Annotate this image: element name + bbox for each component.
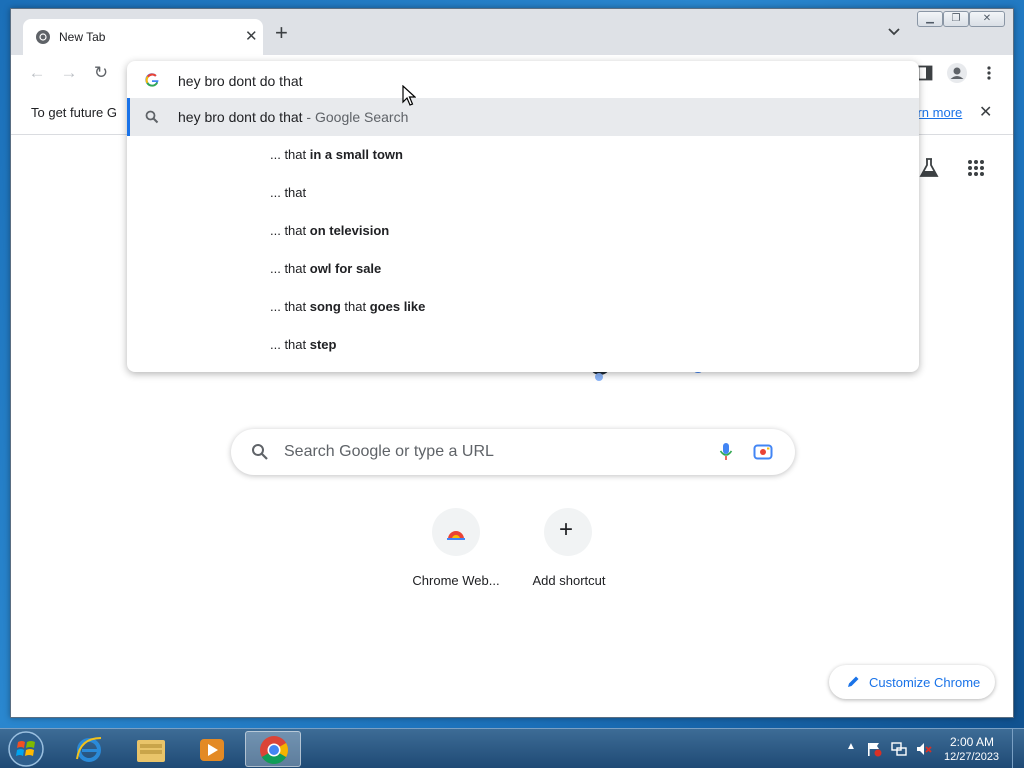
chrome-icon (260, 736, 288, 764)
shortcut-label-add: Add shortcut (532, 573, 606, 588)
google-lens-camera-icon[interactable] (753, 443, 773, 461)
folder-icon (137, 740, 165, 762)
add-shortcut-button[interactable]: + (544, 508, 592, 556)
volume-muted-icon[interactable] (916, 741, 932, 757)
action-center-flag-icon[interactable] (866, 741, 882, 757)
customize-chrome-button[interactable]: Customize Chrome (829, 665, 995, 699)
chevron-down-icon[interactable] (887, 27, 901, 37)
suggestion-query: hey bro dont do that (178, 109, 303, 125)
omnibox-dropdown: hey bro dont do that hey bro dont do tha… (127, 61, 919, 372)
ntp-search-box[interactable]: Search Google or type a URL (231, 429, 795, 475)
show-hidden-icons[interactable]: ▲ (846, 741, 856, 752)
suggestion-text: hey bro dont do that - Google Search (178, 109, 408, 125)
close-window-button[interactable]: ✕ (969, 11, 1005, 27)
suggestion-text: ... that owl for sale (270, 261, 382, 276)
show-desktop-button[interactable] (1012, 729, 1024, 768)
labs-flask-icon[interactable] (919, 157, 939, 179)
google-apps-icon[interactable] (967, 159, 985, 177)
clock-date[interactable]: 12/27/2023 (944, 751, 999, 763)
info-bar-close-icon[interactable]: ✕ (979, 102, 992, 122)
google-g-icon (145, 73, 159, 87)
shortcut-label-chrome-web-store: Chrome Web... (412, 573, 500, 588)
back-icon[interactable]: ← (27, 63, 47, 83)
taskbar-file-explorer[interactable] (123, 731, 179, 767)
taskbar-media-player[interactable] (184, 731, 240, 767)
omnibox-input-value: hey bro dont do that (178, 73, 303, 89)
media-player-icon (200, 739, 224, 761)
tab-new-tab[interactable]: New Tab ✕ (23, 19, 263, 55)
plus-icon: + (559, 516, 574, 543)
suggestion-text: ... that song that goes like (270, 299, 426, 314)
taskbar-chrome[interactable] (245, 731, 301, 767)
search-icon (252, 444, 268, 460)
suggestion-item[interactable]: ... that on television (127, 212, 919, 250)
menu-kebab-icon[interactable] (983, 65, 995, 81)
clock-time[interactable]: 2:00 AM (950, 735, 994, 749)
shortcut-chrome-web-store[interactable] (432, 508, 480, 556)
microphone-icon[interactable] (719, 442, 733, 462)
suggestion-text: ... that in a small town (270, 147, 403, 162)
suggestion-source: - Google Search (302, 109, 409, 125)
forward-icon[interactable]: → (59, 63, 79, 83)
start-orb-icon[interactable] (7, 730, 45, 768)
suggestion-google-search[interactable]: hey bro dont do that - Google Search (127, 98, 919, 136)
suggestion-item[interactable]: ... that step (127, 326, 919, 364)
chrome-icon (36, 30, 50, 44)
maximize-button[interactable]: ❐ (943, 11, 969, 27)
tab-title: New Tab (59, 30, 106, 44)
network-icon[interactable] (891, 741, 907, 757)
search-icon (145, 110, 159, 124)
doodle-dot (595, 373, 603, 381)
info-bar-text: To get future G (31, 105, 117, 120)
internet-explorer-icon (76, 737, 102, 762)
suggestion-item[interactable]: ... that (127, 174, 919, 212)
suggestion-item[interactable]: ... that in a small town (127, 136, 919, 174)
suggestion-item[interactable]: ... that owl for sale (127, 250, 919, 288)
mouse-cursor-icon (402, 85, 416, 106)
tab-close-icon[interactable]: ✕ (245, 27, 258, 45)
reload-icon[interactable]: ↻ (91, 63, 111, 83)
windows-taskbar: ▲ 2:00 AM 12/27/2023 (0, 728, 1024, 768)
chrome-web-store-icon (447, 531, 465, 540)
customize-chrome-label: Customize Chrome (869, 675, 981, 690)
taskbar-internet-explorer[interactable] (62, 731, 118, 767)
profile-avatar-icon[interactable] (946, 62, 968, 84)
suggestion-text: ... that step (270, 337, 337, 352)
suggestion-text: ... that on television (270, 223, 390, 238)
search-placeholder: Search Google or type a URL (284, 443, 494, 460)
suggestion-item[interactable]: ... that song that goes like (127, 288, 919, 326)
minimize-button[interactable]: ▁ (917, 11, 943, 27)
suggestion-text: ... that (270, 185, 307, 200)
chrome-window: New Tab ✕ + ▁ ❐ ✕ ← → ↻ To get future G … (10, 8, 1014, 718)
pencil-icon (848, 676, 859, 687)
tab-strip: New Tab ✕ + ▁ ❐ ✕ (11, 9, 1013, 55)
omnibox-input[interactable]: hey bro dont do that (127, 61, 919, 99)
side-panel-icon[interactable] (917, 65, 933, 81)
new-tab-button[interactable]: + (275, 22, 288, 44)
